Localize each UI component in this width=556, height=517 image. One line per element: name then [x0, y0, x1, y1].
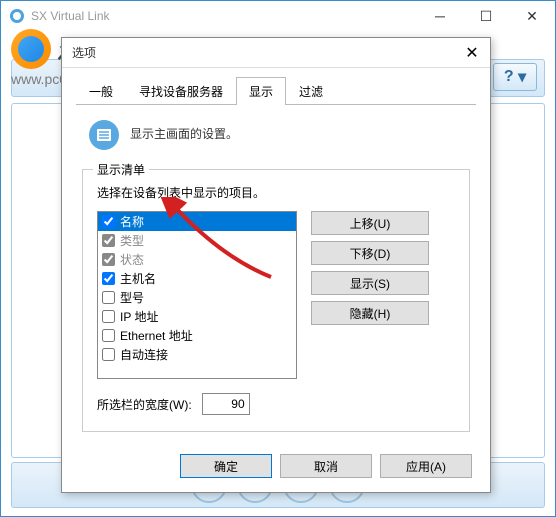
app-icon: [9, 8, 25, 24]
show-button[interactable]: 显示(S): [311, 271, 429, 295]
description-text: 显示主画面的设置。: [130, 119, 238, 142]
width-label: 所选栏的宽度(W):: [97, 396, 192, 413]
window-controls: ─ ☐ ✕: [417, 1, 555, 31]
move-up-button[interactable]: 上移(U): [311, 211, 429, 235]
dialog-footer: 确定 取消 应用(A): [62, 444, 490, 488]
checkbox[interactable]: [102, 310, 115, 323]
main-window: SX Virtual Link ─ ☐ ✕ ? ▾ 河东软件园 www.pc03…: [0, 0, 556, 517]
list-item[interactable]: 自动连接: [98, 345, 296, 364]
list-item[interactable]: IP 地址: [98, 307, 296, 326]
checkbox[interactable]: [102, 253, 115, 266]
tab-body: 显示主画面的设置。 显示清单 选择在设备列表中显示的项目。 名称类型状态主机名型…: [62, 105, 490, 444]
minimize-button[interactable]: ─: [417, 1, 463, 31]
checkbox[interactable]: [102, 234, 115, 247]
item-label: 主机名: [120, 270, 156, 287]
tabs: 一般 寻找设备服务器 显示 过滤: [62, 68, 490, 104]
maximize-button[interactable]: ☐: [463, 1, 509, 31]
checkbox[interactable]: [102, 272, 115, 285]
hide-button[interactable]: 隐藏(H): [311, 301, 429, 325]
dialog-titlebar: 选项 ✕: [62, 38, 490, 68]
tab-general[interactable]: 一般: [76, 77, 126, 105]
tab-filter[interactable]: 过滤: [286, 77, 336, 105]
options-dialog: 选项 ✕ 一般 寻找设备服务器 显示 过滤 显示主画面的设置。 显示清单 选择在…: [61, 37, 491, 493]
list-item[interactable]: Ethernet 地址: [98, 326, 296, 345]
window-title: SX Virtual Link: [31, 9, 417, 23]
checkbox[interactable]: [102, 291, 115, 304]
item-label: 名称: [120, 213, 144, 230]
close-button[interactable]: ✕: [509, 1, 555, 31]
cancel-button[interactable]: 取消: [280, 454, 372, 478]
list-item[interactable]: 类型: [98, 231, 296, 250]
list-item[interactable]: 型号: [98, 288, 296, 307]
list-item[interactable]: 状态: [98, 250, 296, 269]
checkbox[interactable]: [102, 329, 115, 342]
help-button[interactable]: ? ▾: [493, 63, 537, 91]
list-item[interactable]: 名称: [98, 212, 296, 231]
group-title: 显示清单: [93, 161, 149, 178]
tab-display[interactable]: 显示: [236, 77, 286, 105]
move-down-button[interactable]: 下移(D): [311, 241, 429, 265]
width-input[interactable]: [202, 393, 250, 415]
ok-button[interactable]: 确定: [180, 454, 272, 478]
description-row: 显示主画面的设置。: [82, 119, 470, 151]
display-settings-icon: [88, 119, 120, 151]
tab-search[interactable]: 寻找设备服务器: [126, 77, 236, 105]
dialog-close-button[interactable]: ✕: [460, 41, 484, 65]
width-row: 所选栏的宽度(W):: [97, 393, 455, 415]
item-label: 状态: [120, 251, 144, 268]
checkbox[interactable]: [102, 348, 115, 361]
side-buttons: 上移(U) 下移(D) 显示(S) 隐藏(H): [311, 211, 429, 325]
display-list-group: 显示清单 选择在设备列表中显示的项目。 名称类型状态主机名型号IP 地址Ethe…: [82, 169, 470, 432]
item-label: 类型: [120, 232, 144, 249]
item-label: IP 地址: [120, 308, 158, 325]
item-label: 型号: [120, 289, 144, 306]
group-description: 选择在设备列表中显示的项目。: [97, 184, 455, 201]
dialog-title: 选项: [72, 44, 460, 61]
checkbox[interactable]: [102, 215, 115, 228]
apply-button[interactable]: 应用(A): [380, 454, 472, 478]
list-item[interactable]: 主机名: [98, 269, 296, 288]
item-label: Ethernet 地址: [120, 327, 193, 344]
main-titlebar: SX Virtual Link ─ ☐ ✕: [1, 1, 555, 31]
column-checklist[interactable]: 名称类型状态主机名型号 IP 地址 Ethernet 地址自动连接: [97, 211, 297, 379]
list-row: 名称类型状态主机名型号 IP 地址 Ethernet 地址自动连接 上移(U) 下移…: [97, 211, 455, 379]
item-label: 自动连接: [120, 346, 168, 363]
